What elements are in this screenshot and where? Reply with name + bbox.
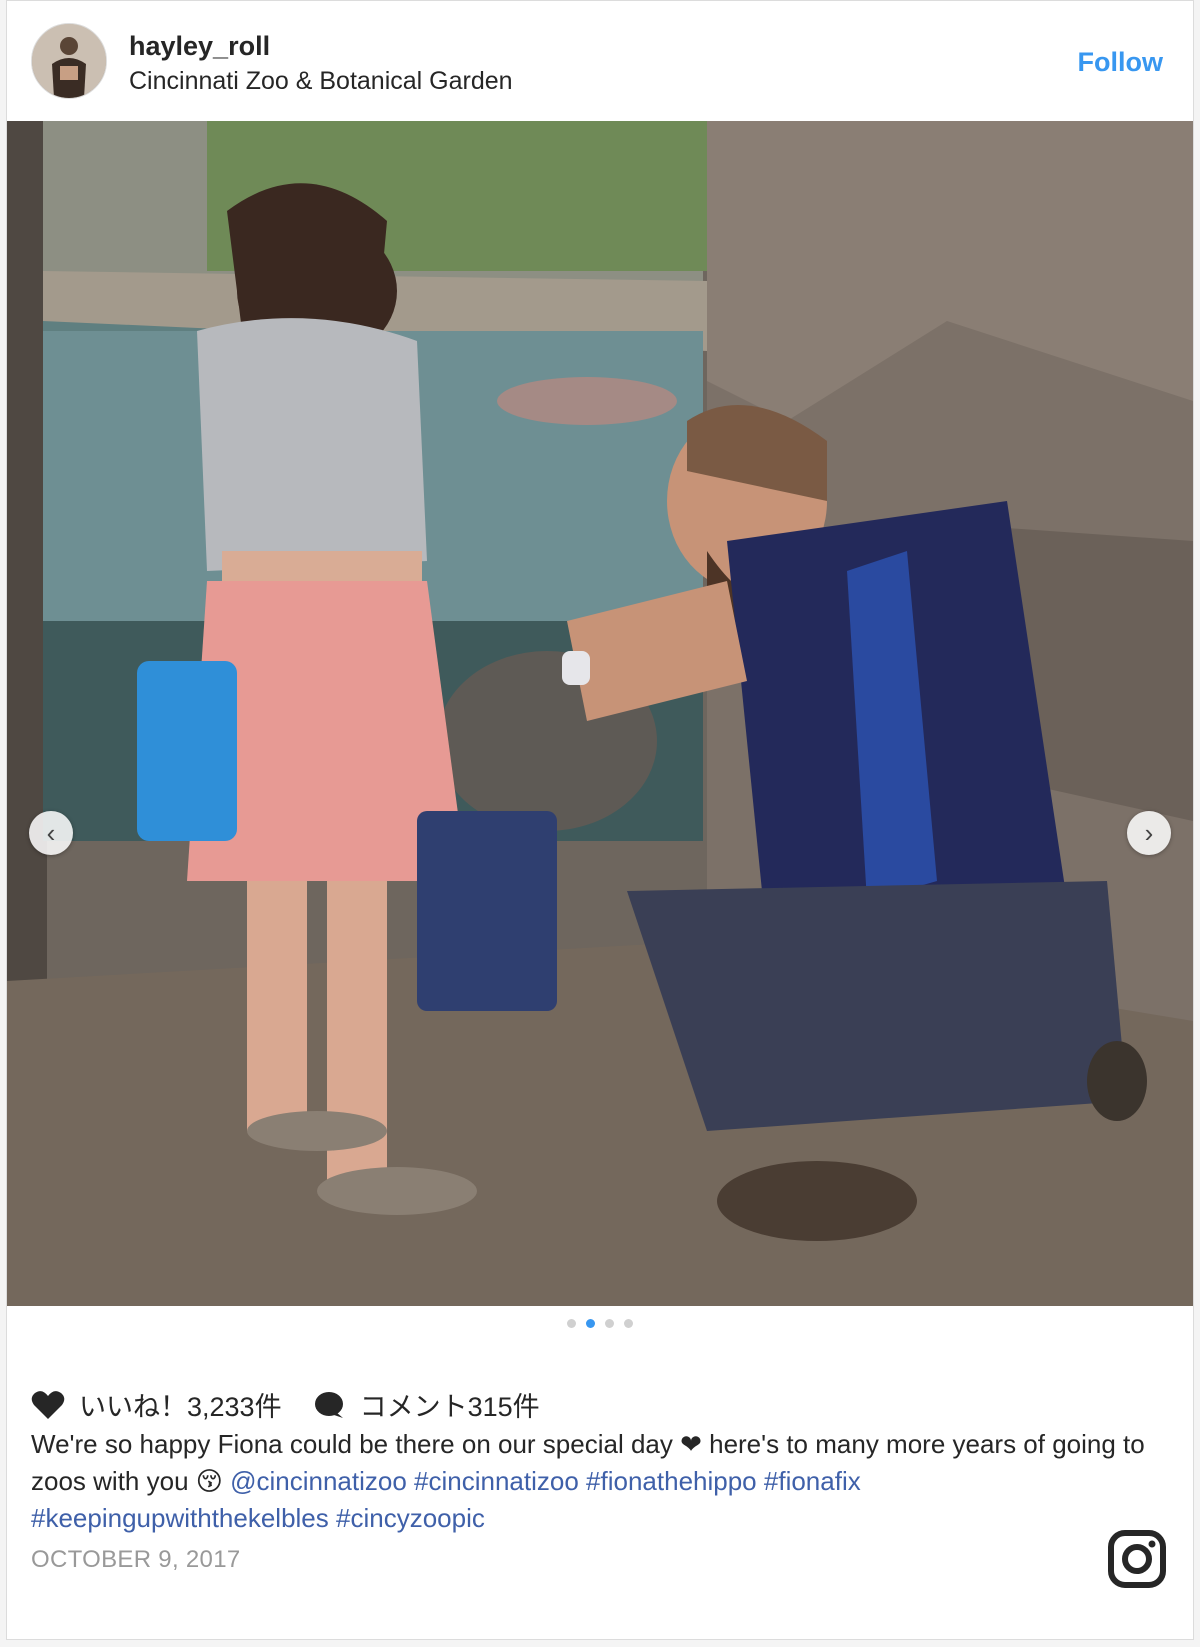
carousel-dot-active bbox=[586, 1319, 595, 1328]
hashtag-link[interactable]: #fionafix bbox=[764, 1466, 861, 1496]
carousel-indicator bbox=[7, 1319, 1193, 1328]
post-photo[interactable]: ‹ › bbox=[7, 121, 1193, 1306]
username[interactable]: hayley_roll bbox=[129, 31, 270, 62]
hashtag-link[interactable]: #cincinnatizoo bbox=[414, 1466, 579, 1496]
heart-icon[interactable] bbox=[31, 1390, 65, 1420]
hashtag-link[interactable]: #keepingupwiththekelbles bbox=[31, 1503, 329, 1533]
post-header: hayley_roll Cincinnati Zoo & Botanical G… bbox=[7, 1, 1193, 123]
chevron-left-icon: ‹ bbox=[46, 817, 56, 848]
hashtag-link[interactable]: #cincyzoopic bbox=[336, 1503, 485, 1533]
carousel-dot bbox=[567, 1319, 576, 1328]
mention-link[interactable]: @cincinnatizoo bbox=[230, 1466, 407, 1496]
carousel-prev-button[interactable]: ‹ bbox=[29, 811, 73, 855]
instagram-icon[interactable] bbox=[1107, 1529, 1167, 1589]
hashtag-link[interactable]: #fionathehippo bbox=[586, 1466, 757, 1496]
comment-bubble-icon[interactable] bbox=[312, 1390, 346, 1420]
comments-count[interactable]: コメント315件 bbox=[360, 1385, 540, 1424]
carousel-dot bbox=[624, 1319, 633, 1328]
location-link[interactable]: Cincinnati Zoo & Botanical Garden bbox=[129, 67, 513, 96]
engagement-stats: いいね！3,233件 コメント315件 bbox=[31, 1385, 540, 1424]
carousel-next-button[interactable]: › bbox=[1127, 811, 1171, 855]
follow-button[interactable]: Follow bbox=[1078, 47, 1163, 78]
carousel-dot bbox=[605, 1319, 614, 1328]
instagram-embed-card: hayley_roll Cincinnati Zoo & Botanical G… bbox=[6, 0, 1194, 1640]
post-date: OCTOBER 9, 2017 bbox=[31, 1546, 241, 1573]
post-caption: We're so happy Fiona could be there on o… bbox=[31, 1426, 1151, 1537]
likes-count[interactable]: いいね！3,233件 bbox=[79, 1385, 282, 1424]
avatar[interactable] bbox=[31, 23, 107, 99]
chevron-right-icon: › bbox=[1144, 817, 1154, 848]
